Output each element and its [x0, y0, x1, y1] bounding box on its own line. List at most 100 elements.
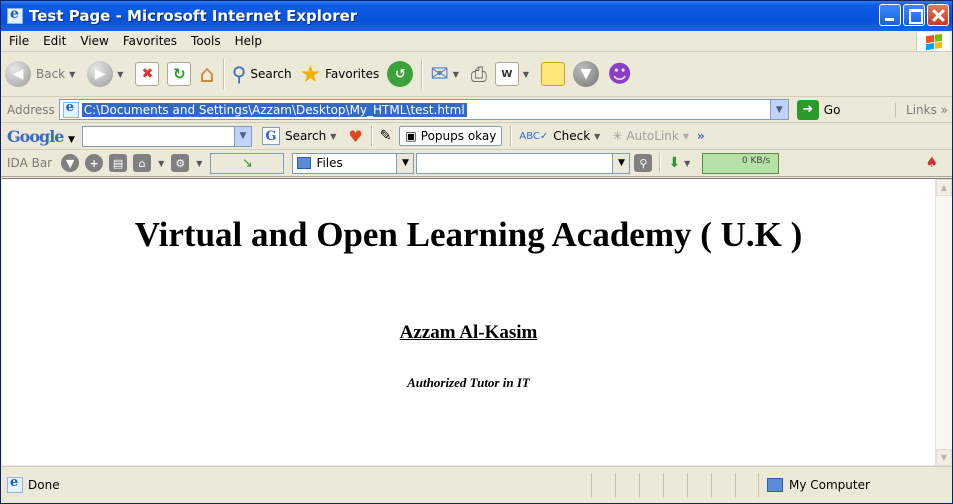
ida-download-icon[interactable]: ▼	[61, 154, 80, 172]
google-search-label: Search	[284, 129, 327, 143]
popups-button[interactable]: ▣ Popups okay	[399, 126, 503, 146]
menu-file[interactable]: File	[1, 34, 36, 48]
check-dropdown-icon[interactable]: ▼	[594, 132, 600, 141]
edit-button[interactable]: W ▼	[491, 55, 537, 93]
menu-help[interactable]: Help	[228, 34, 269, 48]
vertical-scrollbar[interactable]: ▲ ▼	[935, 179, 952, 466]
download-icon: ▼	[573, 61, 600, 87]
print-button[interactable]: ⎙	[467, 55, 491, 93]
ida-start-dropdown-icon[interactable]: ▼	[684, 159, 690, 168]
refresh-button[interactable]: ↻	[163, 55, 195, 93]
history-button[interactable]: ↺	[383, 55, 417, 93]
address-bar: Address C:\Documents and Settings\Azzam\…	[1, 97, 952, 123]
google-search-dropdown-icon[interactable]: ▼	[330, 132, 336, 141]
files-dropdown-icon[interactable]: ▼	[396, 153, 414, 173]
mail-button[interactable]: ✉ ▼	[426, 55, 467, 93]
google-logo[interactable]: Google ▼	[7, 127, 75, 146]
browser-window: Test Page - Microsoft Internet Explorer …	[0, 0, 953, 504]
page-icon	[62, 100, 79, 118]
page-viewport: Virtual and Open Learning Academy ( U.K …	[2, 178, 952, 466]
google-search-button[interactable]: G Search ▼	[261, 127, 340, 145]
ida-toolbar: IDA Bar ▼ + ▤ ⌂ ▼ ⚙ ▼ ↘ Files ▼ ▼ ⚲ ⬇ ▼ …	[1, 150, 952, 177]
ida-settings-icon[interactable]: ⚙	[171, 154, 190, 172]
favorites-label: Favorites	[325, 67, 380, 81]
search-button[interactable]: ⚲ Search	[228, 55, 296, 93]
back-button[interactable]: ◀ Back ▼	[1, 55, 83, 93]
messenger-button[interactable]: ☻	[603, 55, 636, 93]
menu-view[interactable]: View	[73, 34, 115, 48]
word-icon: W	[494, 62, 519, 86]
history-icon: ↺	[387, 61, 414, 87]
address-label: Address	[7, 102, 55, 117]
arrow-icon: ↘	[241, 155, 253, 171]
ida-bar-label: IDA Bar	[7, 156, 53, 170]
search-label: Search	[250, 67, 292, 81]
messenger-icon: ☻	[607, 60, 633, 88]
stop-icon: ✖	[135, 62, 160, 86]
files-select[interactable]: Files ▼	[292, 152, 415, 174]
check-label: Check	[553, 129, 591, 143]
ida-url-select[interactable]: ▼	[416, 152, 631, 174]
forward-button[interactable]: ▶ ▼	[83, 55, 131, 93]
google-toolbar: Google ▼ ▼ G Search ▼ ♥ ✎ ▣ Popups okay …	[1, 123, 952, 150]
popup-icon: ▣	[405, 129, 417, 143]
menu-tools[interactable]: Tools	[184, 34, 228, 48]
ida-extra-icon[interactable]: ♠	[925, 155, 938, 171]
ida-folder-icon[interactable]: ▤	[109, 154, 128, 172]
pagerank-icon[interactable]: ♥	[348, 127, 362, 146]
ida-settings-dropdown-icon[interactable]: ▼	[196, 159, 202, 168]
highlight-icon[interactable]: ✎	[380, 128, 392, 144]
scroll-up-icon[interactable]: ▲	[936, 179, 952, 196]
files-label: Files	[316, 156, 343, 170]
title-bar[interactable]: Test Page - Microsoft Internet Explorer	[1, 1, 952, 31]
back-label: Back	[36, 67, 66, 81]
favorites-button[interactable]: ★ Favorites	[296, 55, 384, 93]
autolink-icon: ✳	[612, 129, 623, 143]
scroll-down-icon[interactable]: ▼	[936, 449, 952, 466]
mail-icon: ✉	[430, 61, 449, 87]
autolink-dropdown-icon[interactable]: ▼	[683, 132, 689, 141]
home-icon: ⌂	[199, 60, 215, 88]
refresh-icon: ↻	[167, 62, 192, 86]
menu-edit[interactable]: Edit	[36, 34, 73, 48]
separator	[421, 59, 423, 89]
ida-url-dropdown-icon[interactable]: ▼	[612, 153, 630, 173]
edit-dropdown-icon[interactable]: ▼	[523, 70, 529, 79]
menu-bar: File Edit View Favorites Tools Help	[1, 31, 952, 52]
ida-home-icon[interactable]: ⌂	[133, 154, 152, 172]
back-dropdown-icon[interactable]: ▼	[69, 70, 75, 79]
address-url[interactable]: C:\Documents and Settings\Azzam\Desktop\…	[81, 102, 467, 117]
download-button[interactable]: ▼	[569, 55, 603, 93]
ida-start-download-icon[interactable]: ⬇	[668, 155, 680, 171]
ida-status-box[interactable]: ↘	[210, 152, 285, 174]
close-button[interactable]	[927, 4, 949, 26]
stop-button[interactable]: ✖	[131, 55, 163, 93]
menu-favorites[interactable]: Favorites	[116, 34, 184, 48]
home-button[interactable]: ⌂	[195, 55, 218, 93]
ida-search-icon[interactable]: ⚲	[634, 154, 653, 172]
ida-add-icon[interactable]: +	[85, 154, 104, 172]
address-dropdown-icon[interactable]: ▼	[769, 100, 788, 119]
google-search-input[interactable]: ▼	[81, 125, 252, 147]
autolink-button[interactable]: ✳ AutoLink ▼	[612, 129, 693, 143]
computer-icon	[767, 478, 783, 492]
links-button[interactable]: Links »	[895, 102, 948, 117]
minimize-button[interactable]	[879, 4, 901, 26]
autolink-label: AutoLink	[626, 129, 679, 143]
address-input[interactable]: C:\Documents and Settings\Azzam\Desktop\…	[58, 99, 789, 120]
google-search-dropdown-icon[interactable]: ▼	[233, 126, 251, 146]
forward-dropdown-icon[interactable]: ▼	[117, 70, 123, 79]
zone-label: My Computer	[789, 478, 870, 492]
status-text: Done	[28, 478, 60, 492]
go-button[interactable]: ➜ Go	[796, 99, 840, 120]
mail-dropdown-icon[interactable]: ▼	[453, 70, 459, 79]
spellcheck-button[interactable]: ABC✓ Check ▼	[519, 129, 604, 143]
discuss-button[interactable]	[537, 55, 569, 93]
search-icon: ⚲	[231, 62, 247, 86]
ida-home-dropdown-icon[interactable]: ▼	[158, 159, 164, 168]
maximize-button[interactable]	[903, 4, 925, 26]
more-chevron-icon[interactable]: »	[697, 129, 705, 143]
popups-label: Popups okay	[420, 129, 497, 143]
author-name: Azzam Al-Kasim	[399, 322, 538, 343]
google-g-icon: G	[261, 127, 280, 145]
